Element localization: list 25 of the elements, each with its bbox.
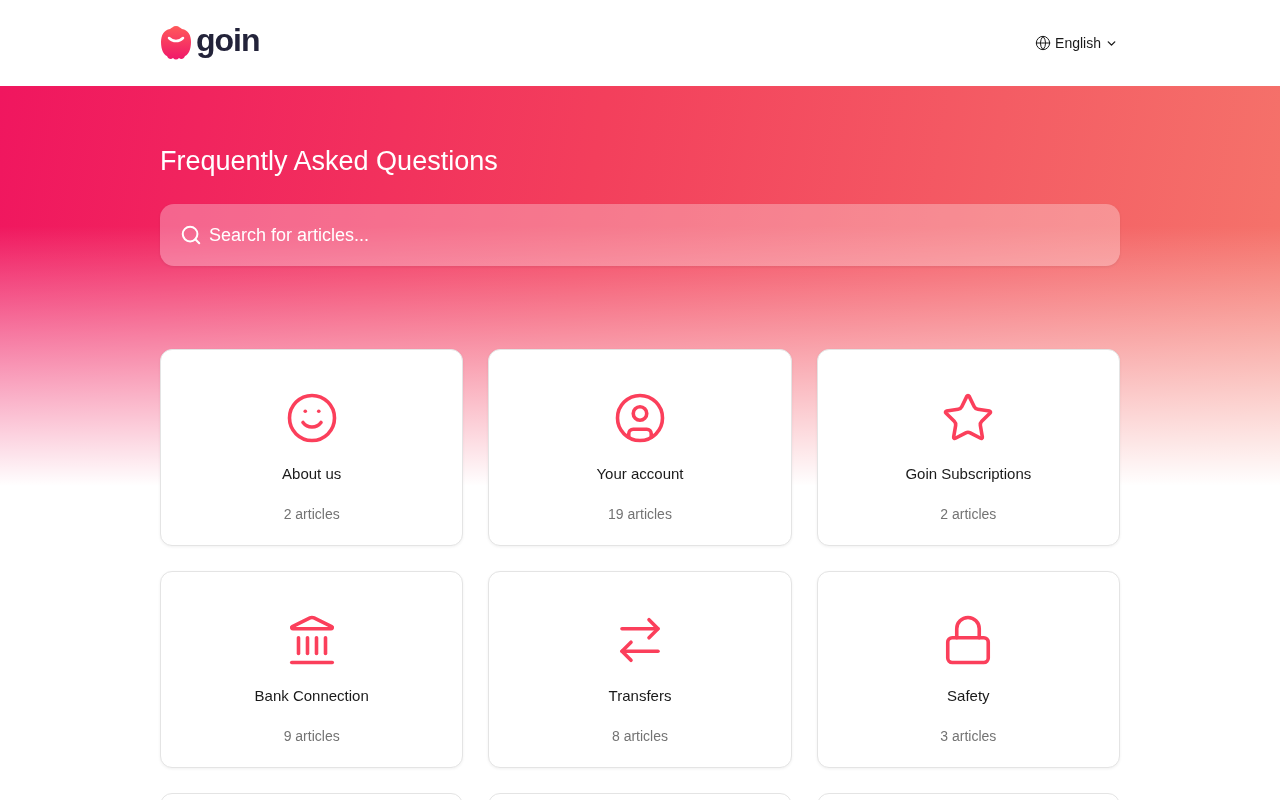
user-circle-icon [613,391,667,445]
article-count: 19 articles [608,505,672,523]
category-title: Goin Subscriptions [905,464,1032,484]
article-count: 8 articles [611,727,668,745]
language-selector[interactable]: English [1035,32,1118,54]
article-count: 9 articles [283,727,340,745]
logo-mascot-icon [160,25,192,61]
page-title: Frequently Asked Questions [160,145,498,178]
category-title: Transfers [608,686,672,706]
category-title: Bank Connection [254,686,369,706]
category-card[interactable]: Goin Subscriptions 2 articles [816,349,1120,546]
category-card[interactable]: Safety 3 articles [816,571,1120,768]
logo-wordmark: goin [196,24,260,60]
category-title: About us [282,464,342,484]
category-card[interactable]: Bank Connection 9 articles [160,571,464,768]
search-icon [180,224,202,246]
globe-icon [1035,35,1052,51]
article-count: 2 articles [283,505,340,523]
article-count: 3 articles [940,727,997,745]
article-count: 2 articles [940,505,997,523]
category-card[interactable]: Transfers 8 articles [488,571,792,768]
category-card[interactable]: Your account 19 articles [488,349,792,546]
category-card[interactable]: About us 2 articles [160,349,464,546]
category-title: Your account [596,464,684,484]
category-title: Safety [947,686,990,706]
